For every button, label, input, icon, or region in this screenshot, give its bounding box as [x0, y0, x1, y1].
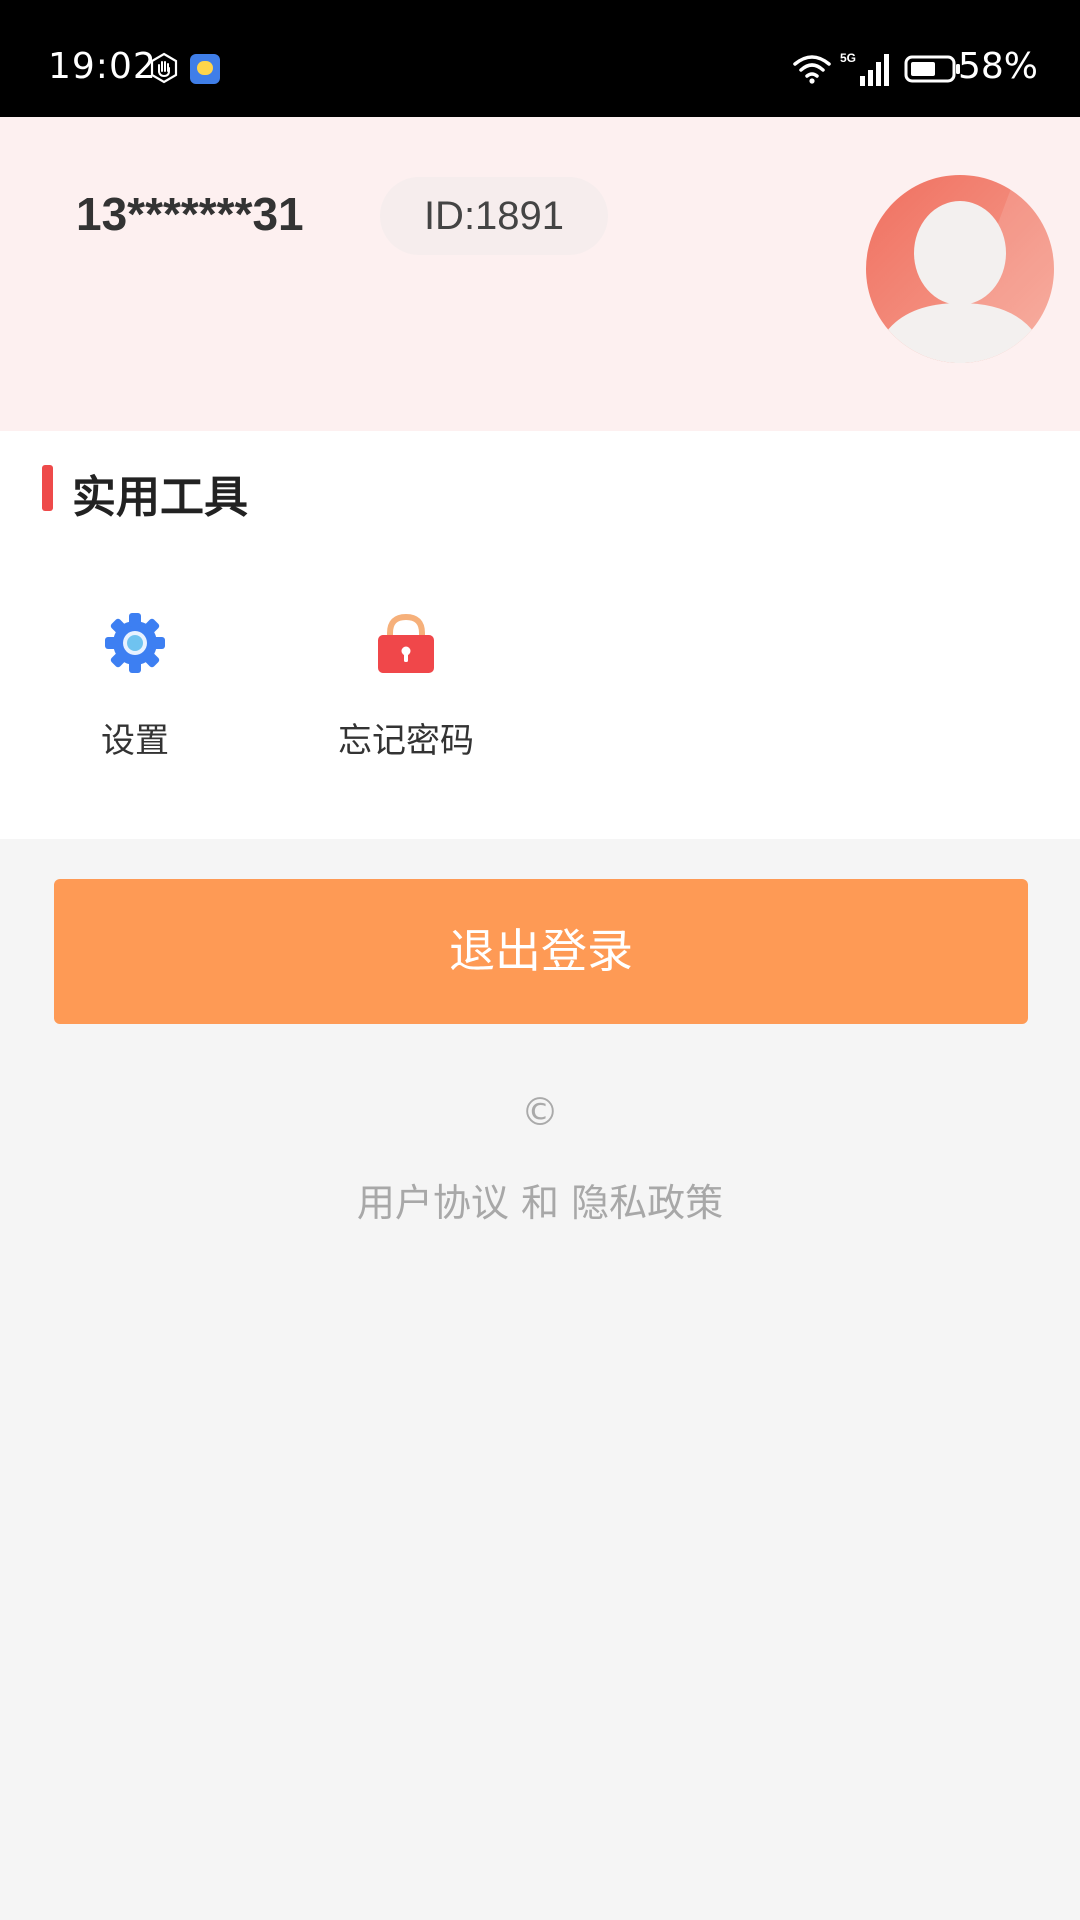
cellular-signal-icon: 5G: [840, 51, 889, 86]
phone-number: 13*******31: [76, 188, 304, 240]
user-agreement-link[interactable]: 用户协议: [357, 1181, 509, 1225]
settings-label: 设置: [101, 721, 169, 761]
logout-button[interactable]: 退出登录: [54, 879, 1028, 1024]
section-marker: [42, 465, 53, 511]
footer-and-text: 和: [520, 1181, 559, 1225]
user-id-badge: ID:1891: [380, 177, 608, 255]
settings-tool[interactable]: 设置: [15, 611, 255, 781]
user-silhouette-icon: [884, 175, 1054, 363]
wifi-icon: [793, 55, 831, 84]
section-title: 实用工具: [72, 472, 248, 523]
network-type: 5G: [840, 51, 856, 65]
profile-header: 13*******31 ID:1891: [0, 117, 1080, 431]
status-time: 19:02: [48, 46, 157, 87]
gear-icon: [105, 613, 165, 673]
forgot-password-label: 忘记密码: [338, 721, 474, 761]
weather-app-icon: [190, 54, 220, 84]
avatar[interactable]: [866, 175, 1054, 363]
lock-icon: [378, 613, 434, 673]
battery-icon: [904, 55, 960, 83]
copyright-symbol: ©: [521, 1090, 559, 1134]
hand-stop-icon: [150, 52, 178, 84]
privacy-policy-link[interactable]: 隐私政策: [571, 1181, 723, 1225]
battery-percentage: 58%: [957, 46, 1038, 87]
forgot-password-tool[interactable]: 忘记密码: [286, 611, 526, 781]
footer-links: 用户协议 和 隐私政策: [0, 1172, 1080, 1227]
tools-panel: 实用工具 设置 忘记密码: [0, 431, 1080, 839]
status-bar: 19:02 5G 58%: [0, 0, 1080, 117]
